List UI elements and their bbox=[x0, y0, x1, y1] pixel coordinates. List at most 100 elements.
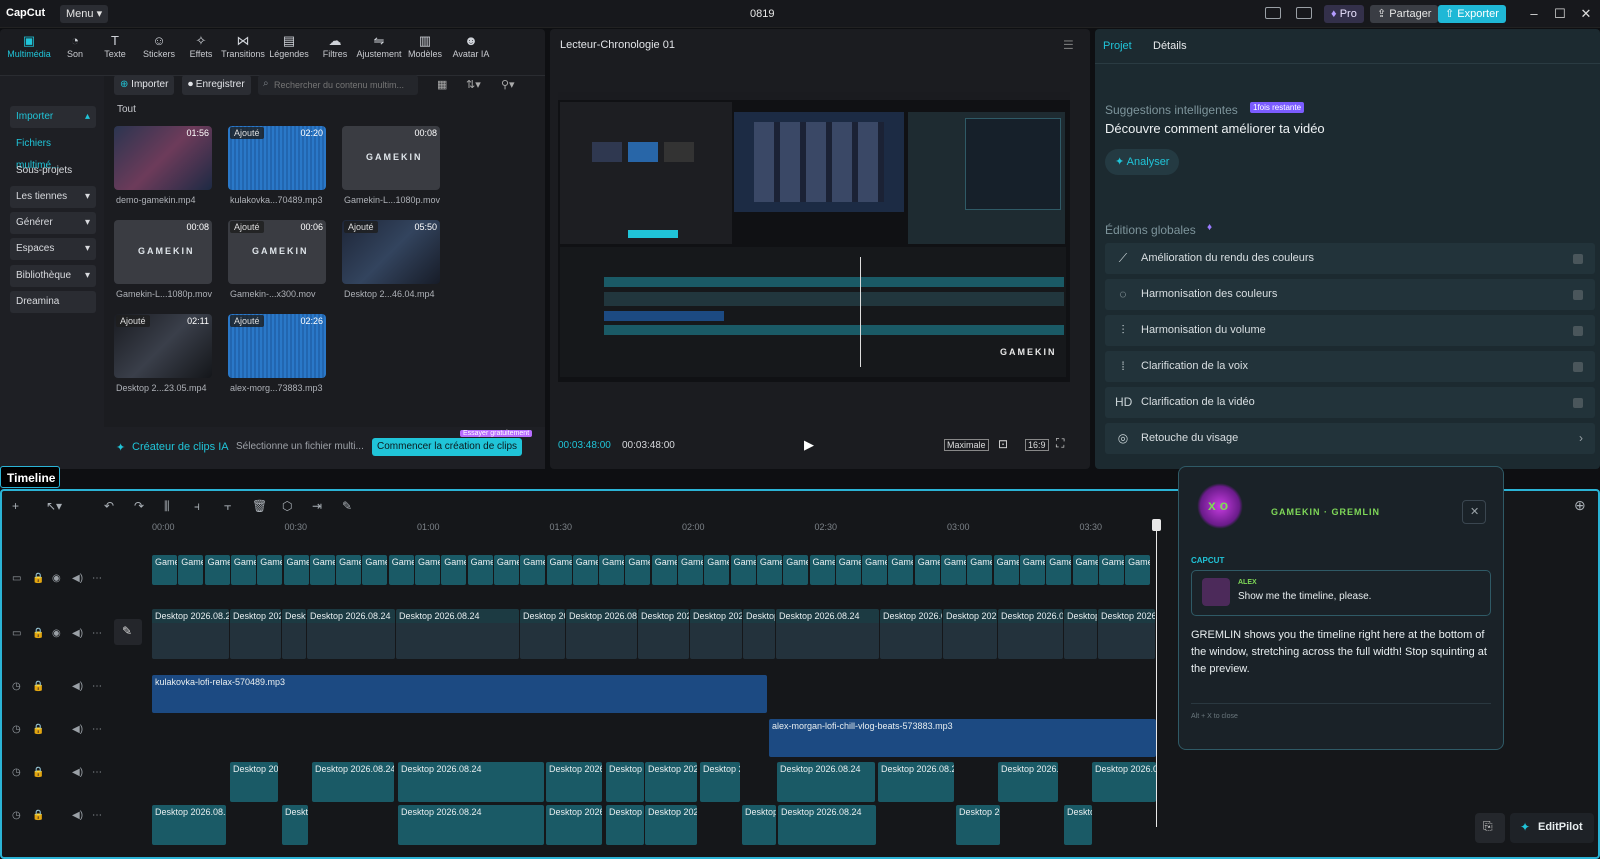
audio-clip[interactable]: Desktop 2026.08.24 bbox=[778, 805, 876, 845]
video-clip[interactable]: Game bbox=[1125, 555, 1151, 585]
lock-icon[interactable]: 🔒 bbox=[32, 810, 44, 821]
start-clip-creation-button[interactable]: Commencer la création de clips bbox=[372, 438, 523, 456]
volume-icon[interactable]: ◀) bbox=[72, 628, 83, 639]
media-thumbnail[interactable]: 01:56 bbox=[114, 126, 212, 190]
audio-clip[interactable]: kulakovka-lofi-relax-570489.mp3 bbox=[152, 675, 767, 713]
sidebar-item-subprojects[interactable]: Sous-projets bbox=[10, 160, 96, 182]
more-icon[interactable]: ⋯ bbox=[92, 681, 102, 692]
tab-effects[interactable]: ✧ Effets bbox=[178, 33, 224, 59]
lock-icon[interactable]: 🔒 bbox=[32, 628, 44, 639]
video-clip[interactable]: Game bbox=[651, 555, 677, 585]
video-clip[interactable]: Game bbox=[546, 555, 572, 585]
track-type-icon[interactable]: ◷ bbox=[12, 724, 21, 735]
track-type-icon[interactable]: ▭ bbox=[12, 628, 21, 639]
video-clip[interactable]: Game bbox=[1098, 555, 1124, 585]
video-clip[interactable]: Desktop 2026.08.24 bbox=[230, 609, 281, 659]
video-clip[interactable]: Desktop 2026.08.24 bbox=[282, 609, 306, 659]
global-edit-option[interactable]: HD Clarification de la vidéo bbox=[1105, 387, 1595, 418]
volume-icon[interactable]: ◀) bbox=[72, 573, 83, 584]
video-clip[interactable]: Desktop 2026.08.24 bbox=[396, 609, 519, 659]
delete-icon[interactable]: 🗑 bbox=[252, 499, 267, 513]
global-edit-option[interactable]: ◎ Retouche du visage › bbox=[1105, 423, 1595, 454]
audio-clip[interactable]: Desktop 2026.08.24 bbox=[998, 762, 1058, 802]
tab-filters[interactable]: ☁ Filtres bbox=[312, 33, 358, 59]
video-clip[interactable]: Desktop 2026.08.24 bbox=[1064, 609, 1097, 659]
track-type-icon[interactable]: ▭ bbox=[12, 573, 21, 584]
video-clip[interactable]: Desktop 2026.08.24 bbox=[566, 609, 637, 659]
video-clip[interactable]: Game bbox=[1046, 555, 1072, 585]
media-thumbnail[interactable]: Ajouté 02:26 bbox=[228, 314, 326, 378]
audio-clip[interactable]: Desktop 2026.08.24 bbox=[606, 762, 644, 802]
more-icon[interactable]: ⋯ bbox=[92, 724, 102, 735]
sidebar-item-library[interactable]: Bibliothèque ▾ bbox=[10, 265, 96, 287]
video-clip[interactable]: Desktop 2026.08.24 bbox=[943, 609, 997, 659]
audio-clip[interactable]: Desktop 2026.08.24 bbox=[312, 762, 394, 802]
volume-icon[interactable]: ◀) bbox=[72, 681, 83, 692]
maximize-icon[interactable]: ☐ bbox=[1552, 6, 1568, 22]
video-clip[interactable]: Game bbox=[415, 555, 440, 585]
tab-templates[interactable]: ▥ Modèles bbox=[402, 33, 448, 59]
audio-clip[interactable]: Desktop 2026.08.24 bbox=[282, 805, 308, 845]
search-input[interactable] bbox=[274, 77, 412, 93]
tab-adjust[interactable]: ⇋ Ajustement bbox=[356, 33, 402, 59]
toggle[interactable] bbox=[1573, 254, 1583, 264]
global-edit-option[interactable]: ⫶ Harmonisation du volume bbox=[1105, 315, 1595, 346]
media-thumbnail[interactable]: 00:08 GAMEKIN bbox=[114, 220, 212, 284]
sort-icon[interactable]: ⇅▾ bbox=[466, 78, 481, 91]
video-clip[interactable]: Desktop 2026.08.24 bbox=[743, 609, 775, 659]
audio-clip[interactable]: Desktop 2026.08.24 bbox=[546, 762, 602, 802]
marker-icon[interactable]: ⬡ bbox=[282, 499, 292, 513]
track-type-icon[interactable]: ◷ bbox=[12, 810, 21, 821]
analyze-button[interactable]: ✦ Analyser bbox=[1105, 149, 1180, 175]
shortcut-icon[interactable] bbox=[1296, 7, 1312, 19]
more-icon[interactable]: ⋯ bbox=[92, 573, 102, 584]
filter-icon[interactable]: ⚲▾ bbox=[501, 78, 515, 91]
select-tool-icon[interactable]: ↖▾ bbox=[46, 499, 62, 513]
track-type-icon[interactable]: ◷ bbox=[12, 681, 21, 692]
video-clip[interactable]: Game bbox=[835, 555, 861, 585]
layout-icon[interactable] bbox=[1265, 7, 1281, 19]
audio-clip[interactable]: Desktop 2026.08.24 bbox=[1092, 762, 1156, 802]
more-icon[interactable]: ⋯ bbox=[92, 628, 102, 639]
video-clip[interactable]: Desktop 2026.08.24 bbox=[776, 609, 879, 659]
video-clip[interactable]: Game bbox=[625, 555, 651, 585]
tab-avatar[interactable]: ☻ Avatar IA bbox=[448, 33, 494, 59]
video-clip[interactable]: Desktop 2026.08.24 bbox=[998, 609, 1063, 659]
edit-cover-button[interactable]: ✎ bbox=[114, 619, 142, 645]
video-clip[interactable]: Game bbox=[756, 555, 782, 585]
video-clip[interactable]: Game bbox=[914, 555, 940, 585]
sidebar-item-media-files[interactable]: Fichiers multimé... bbox=[10, 133, 96, 171]
lock-icon[interactable]: 🔒 bbox=[32, 681, 44, 692]
eye-icon[interactable]: ◉ bbox=[52, 573, 61, 584]
video-clip[interactable]: Game bbox=[1072, 555, 1098, 585]
export-button[interactable]: ⇧ Exporter bbox=[1438, 5, 1506, 23]
audio-clip[interactable]: Desktop 2026.08.24 bbox=[546, 805, 602, 845]
split-icon[interactable]: ⫼ bbox=[164, 499, 170, 514]
pro-button[interactable]: ♦ Pro bbox=[1324, 5, 1364, 23]
video-clip[interactable]: Desktop 2026.08.24 bbox=[880, 609, 942, 659]
audio-clip[interactable]: Desktop 2026.08.24 bbox=[742, 805, 776, 845]
sidebar-item-spaces[interactable]: Espaces ▾ bbox=[10, 238, 96, 260]
quality-select[interactable]: Maximale bbox=[944, 439, 989, 451]
audio-clip[interactable]: alex-morgan-lofi-chill-vlog-beats-573883… bbox=[769, 719, 1156, 757]
fit-icon[interactable]: ⊡ bbox=[998, 437, 1008, 451]
record-button[interactable]: ⏺ Enregistrer bbox=[182, 75, 251, 95]
video-clip[interactable]: Game bbox=[704, 555, 730, 585]
lock-icon[interactable]: 🔒 bbox=[32, 767, 44, 778]
video-clip[interactable]: Game bbox=[362, 555, 388, 585]
media-thumbnail[interactable]: Ajouté 00:06 GAMEKIN bbox=[228, 220, 326, 284]
video-clip[interactable]: Game bbox=[599, 555, 625, 585]
play-icon[interactable]: ▶ bbox=[804, 437, 814, 453]
grid-view-icon[interactable]: ▦ bbox=[437, 78, 447, 91]
track-type-icon[interactable]: ◷ bbox=[12, 767, 21, 778]
sidebar-item-dreamina[interactable]: Dreamina bbox=[10, 291, 96, 313]
lock-icon[interactable]: 🔒 bbox=[32, 724, 44, 735]
video-clip[interactable]: Game bbox=[204, 555, 230, 585]
audio-clip[interactable]: Desktop 2026.08.24 bbox=[645, 805, 697, 845]
video-clip[interactable]: Game bbox=[388, 555, 414, 585]
lock-icon[interactable]: 🔒 bbox=[32, 573, 44, 584]
video-clip[interactable]: Game bbox=[572, 555, 598, 585]
split-right-icon[interactable]: ⫟ bbox=[224, 499, 231, 514]
share-button[interactable]: ⇪ Partager bbox=[1370, 5, 1439, 23]
video-clip[interactable]: Game bbox=[993, 555, 1019, 585]
